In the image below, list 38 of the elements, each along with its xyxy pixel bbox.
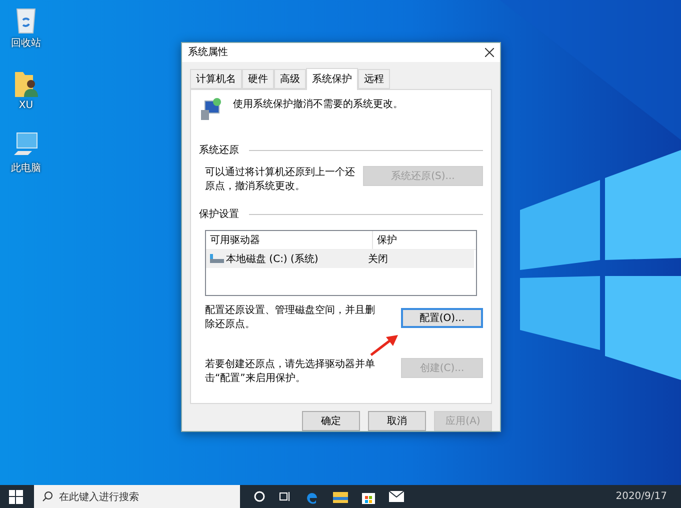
task-view-icon[interactable] bbox=[279, 491, 291, 502]
icon-label[interactable]: XU bbox=[18, 100, 34, 111]
column-header[interactable]: 保护 bbox=[373, 230, 476, 249]
section-heading: 系统还原 bbox=[199, 144, 239, 158]
icon-label[interactable]: 回收站 bbox=[11, 36, 41, 50]
create-description: 若要创建还原点，请先选择驱动器并单击“配置”来启用保护。 bbox=[205, 358, 376, 386]
configure-description: 配置还原设置、管理磁盘空间，并且删除还原点。 bbox=[205, 304, 375, 332]
drive-row[interactable]: 本地磁盘 (C:) (系统) 关闭 bbox=[206, 250, 474, 268]
mail-icon[interactable] bbox=[389, 491, 404, 502]
computer-shield-icon bbox=[199, 98, 223, 122]
tab[interactable]: 高级 bbox=[274, 68, 306, 89]
start-icon[interactable] bbox=[9, 490, 23, 504]
dialog-button[interactable]: 取消 bbox=[368, 411, 426, 431]
date-text: 2020/9/17 bbox=[616, 491, 667, 502]
user-folder-icon bbox=[13, 70, 39, 98]
table-cell-text: 关闭 bbox=[367, 252, 389, 267]
recycle-bin-icon bbox=[15, 6, 37, 34]
folder-icon[interactable] bbox=[333, 490, 348, 502]
restore-description: 可以通过将计算机还原到上一个还原点，撤消系统更改。 bbox=[205, 166, 355, 194]
drive-icon bbox=[210, 254, 224, 264]
search-icon bbox=[42, 491, 53, 502]
table-cell: 本地磁盘 (C:) (系统) bbox=[206, 250, 364, 268]
tab[interactable]: 计算机名 bbox=[190, 68, 242, 89]
tab[interactable]: 远程 bbox=[358, 68, 390, 89]
tab[interactable]: 硬件 bbox=[242, 68, 274, 89]
icon-label[interactable]: 此电脑 bbox=[11, 161, 41, 175]
close-icon[interactable] bbox=[485, 48, 494, 57]
drive-list[interactable]: 可用驱动器 保护 本地磁盘 (C:) (系统) 关闭 bbox=[205, 230, 477, 296]
section-heading: 保护设置 bbox=[199, 208, 239, 222]
search-field[interactable]: 在此键入进行搜索 bbox=[34, 485, 240, 508]
intro-text: 使用系统保护撤消不需要的系统更改。 bbox=[233, 98, 403, 112]
arrow-icon bbox=[369, 334, 399, 356]
configure-button[interactable]: 配置(O)... bbox=[401, 308, 483, 328]
tab[interactable]: 系统保护 bbox=[306, 68, 358, 90]
dialog-button[interactable]: 确定 bbox=[302, 411, 360, 431]
column-header[interactable]: 可用驱动器 bbox=[206, 230, 373, 249]
circle-icon[interactable] bbox=[254, 491, 265, 502]
window-title: 系统属性 bbox=[188, 46, 228, 60]
